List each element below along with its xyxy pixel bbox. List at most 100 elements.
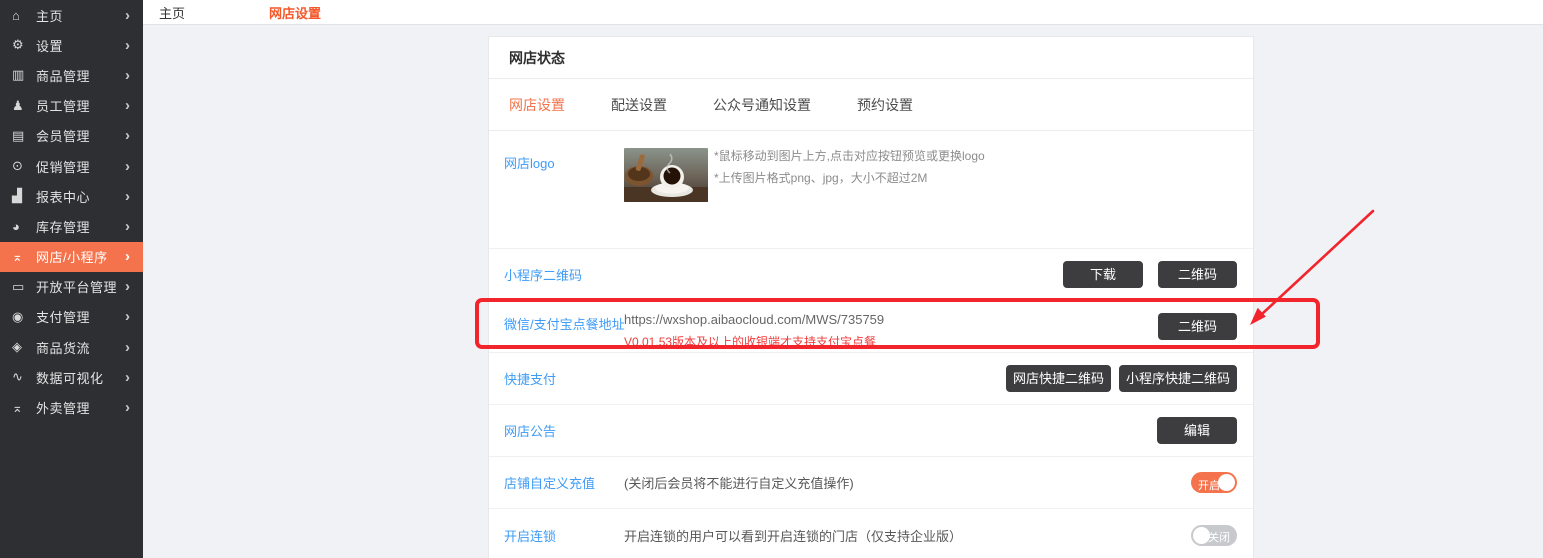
- coin-icon: ◉: [12, 309, 36, 325]
- sidebar-item-payment[interactable]: ◉ 支付管理 ›: [0, 302, 143, 332]
- chevron-right-icon: ›: [125, 339, 130, 356]
- storefront-icon: ⌅: [12, 400, 36, 416]
- row-shop-logo: 网店logo: [489, 131, 1253, 249]
- shop-logo-label: 网店logo: [504, 153, 624, 172]
- row-quick-pay: 快捷支付 网店快捷二维码 小程序快捷二维码: [489, 353, 1253, 405]
- edit-button[interactable]: 编辑: [1157, 417, 1237, 444]
- sidebar-item-label: 库存管理: [36, 217, 125, 236]
- chevron-right-icon: ›: [125, 97, 130, 114]
- bar-chart-icon: ▟: [12, 188, 36, 204]
- mini-program-quick-qrcode-button[interactable]: 小程序快捷二维码: [1119, 365, 1237, 392]
- row-mini-program-qr: 小程序二维码 下载 二维码: [489, 249, 1253, 301]
- sidebar-item-inventory[interactable]: ◕ 库存管理 ›: [0, 211, 143, 241]
- app-window: ⌂ 主页 › ⚙ 设置 › ▥ 商品管理 › ♟ 员工管理 › ▤ 会员管理 ›…: [0, 0, 1543, 558]
- person-icon: ♟: [12, 98, 36, 114]
- tab-delivery-settings[interactable]: 配送设置: [611, 95, 667, 115]
- sidebar-item-label: 商品货流: [36, 338, 125, 357]
- barcode-icon: ▥: [12, 67, 36, 83]
- row-custom-recharge: 店铺自定义充值 (关闭后会员将不能进行自定义充值操作) 开启: [489, 457, 1253, 509]
- chevron-right-icon: ›: [125, 127, 130, 144]
- chain-store-hint: 开启连锁的用户可以看到开启连锁的门店（仅支持企业版）: [624, 526, 962, 545]
- custom-recharge-label: 店铺自定义充值: [504, 473, 624, 492]
- toggle-on-label: 开启: [1198, 477, 1220, 493]
- logo-hint-hover: *鼠标移动到图片上方,点击对应按钮预览或更换logo: [714, 148, 985, 164]
- shop-quick-qrcode-button[interactable]: 网店快捷二维码: [1006, 365, 1111, 392]
- check-circle-icon: ⊙: [12, 158, 36, 174]
- download-button[interactable]: 下载: [1063, 261, 1143, 288]
- sidebar-item-logistics[interactable]: ◈ 商品货流 ›: [0, 332, 143, 362]
- sidebar-item-members[interactable]: ▤ 会员管理 ›: [0, 121, 143, 151]
- chevron-right-icon: ›: [125, 308, 130, 325]
- panel-header: 网店状态: [489, 37, 1253, 79]
- tab-shop-settings[interactable]: 网店设置: [509, 95, 565, 115]
- sidebar-item-label: 员工管理: [36, 96, 125, 115]
- chevron-right-icon: ›: [125, 7, 130, 24]
- quick-pay-label: 快捷支付: [504, 369, 624, 388]
- breadcrumb-bar: 主页 网店设置: [143, 0, 1543, 25]
- custom-recharge-hint: (关闭后会员将不能进行自定义充值操作): [624, 473, 854, 492]
- chevron-right-icon: ›: [125, 218, 130, 235]
- sidebar-item-reports[interactable]: ▟ 报表中心 ›: [0, 181, 143, 211]
- chevron-right-icon: ›: [125, 37, 130, 54]
- sidebar-item-promotions[interactable]: ⊙ 促销管理 ›: [0, 151, 143, 181]
- pie-chart-icon: ◕: [12, 219, 36, 234]
- chain-store-toggle[interactable]: 关闭: [1191, 525, 1237, 546]
- toggle-knob: [1218, 474, 1235, 491]
- sidebar-item-online-shop[interactable]: ⌅ 网店/小程序 ›: [0, 242, 143, 272]
- monitor-icon: ▭: [12, 279, 36, 295]
- chain-store-label: 开启连锁: [504, 526, 624, 545]
- sidebar-item-settings[interactable]: ⚙ 设置 ›: [0, 30, 143, 60]
- order-url-qrcode-button[interactable]: 二维码: [1158, 313, 1237, 340]
- sidebar-item-staff[interactable]: ♟ 员工管理 ›: [0, 91, 143, 121]
- chevron-right-icon: ›: [125, 67, 130, 84]
- chevron-right-icon: ›: [125, 248, 130, 265]
- order-url-label: 微信/支付宝点餐地址: [504, 314, 624, 333]
- gear-icon: ⚙: [12, 37, 36, 53]
- sidebar-item-data-viz[interactable]: ∿ 数据可视化 ›: [0, 362, 143, 392]
- sidebar-item-label: 商品管理: [36, 66, 125, 85]
- annotation-arrow-icon: [1240, 198, 1420, 338]
- sidebar: ⌂ 主页 › ⚙ 设置 › ▥ 商品管理 › ♟ 员工管理 › ▤ 会员管理 ›…: [0, 0, 143, 558]
- sidebar-item-label: 支付管理: [36, 307, 125, 326]
- chevron-right-icon: ›: [125, 399, 130, 416]
- qrcode-button[interactable]: 二维码: [1158, 261, 1237, 288]
- shop-notice-label: 网店公告: [504, 421, 624, 440]
- id-card-icon: ▤: [12, 128, 36, 144]
- settings-tabs: 网店设置 配送设置 公众号通知设置 预约设置: [489, 79, 1253, 131]
- custom-recharge-toggle[interactable]: 开启: [1191, 472, 1237, 493]
- mini-program-qr-label: 小程序二维码: [504, 265, 624, 284]
- tab-shop-settings-breadcrumb[interactable]: 网店设置: [269, 3, 321, 22]
- logo-hint-format: *上传图片格式png、jpg，大小不超过2M: [714, 170, 985, 186]
- package-icon: ◈: [12, 339, 36, 355]
- order-url-value: https://wxshop.aibaocloud.com/MWS/735759: [624, 311, 884, 329]
- storefront-icon: ⌅: [12, 249, 36, 265]
- home-icon: ⌂: [12, 8, 36, 23]
- sidebar-item-label: 主页: [36, 6, 125, 25]
- sidebar-item-open-platform[interactable]: ▭ 开放平台管理 ›: [0, 272, 143, 302]
- logo-hints: *鼠标移动到图片上方,点击对应按钮预览或更换logo *上传图片格式png、jp…: [714, 148, 985, 186]
- order-url-version-note: V0.01.53版本及以上的收银端才支持支付宝点餐: [624, 334, 884, 350]
- chevron-right-icon: ›: [125, 278, 130, 295]
- tab-reservation-settings[interactable]: 预约设置: [857, 95, 913, 115]
- sidebar-item-products[interactable]: ▥ 商品管理 ›: [0, 60, 143, 90]
- shop-logo-image[interactable]: [624, 148, 708, 202]
- tab-home[interactable]: 主页: [159, 3, 185, 22]
- chevron-right-icon: ›: [125, 158, 130, 175]
- toggle-knob: [1193, 527, 1210, 544]
- chevron-right-icon: ›: [125, 369, 130, 386]
- sidebar-item-label: 数据可视化: [36, 368, 125, 387]
- sidebar-item-label: 报表中心: [36, 187, 125, 206]
- sidebar-item-home[interactable]: ⌂ 主页 ›: [0, 0, 143, 30]
- row-shop-notice: 网店公告 编辑: [489, 405, 1253, 457]
- sidebar-item-takeout[interactable]: ⌅ 外卖管理 ›: [0, 392, 143, 422]
- sidebar-item-label: 会员管理: [36, 126, 125, 145]
- sidebar-item-label: 开放平台管理: [36, 277, 125, 296]
- row-order-url: 微信/支付宝点餐地址 https://wxshop.aibaocloud.com…: [489, 301, 1253, 353]
- sidebar-item-label: 促销管理: [36, 157, 125, 176]
- chevron-right-icon: ›: [125, 188, 130, 205]
- panel-title: 网店状态: [509, 48, 565, 68]
- line-chart-icon: ∿: [12, 369, 36, 385]
- shop-status-panel: 网店状态 网店设置 配送设置 公众号通知设置 预约设置 网店logo: [488, 36, 1254, 558]
- sidebar-item-label: 网店/小程序: [36, 247, 125, 266]
- tab-official-account-notify-settings[interactable]: 公众号通知设置: [713, 95, 811, 115]
